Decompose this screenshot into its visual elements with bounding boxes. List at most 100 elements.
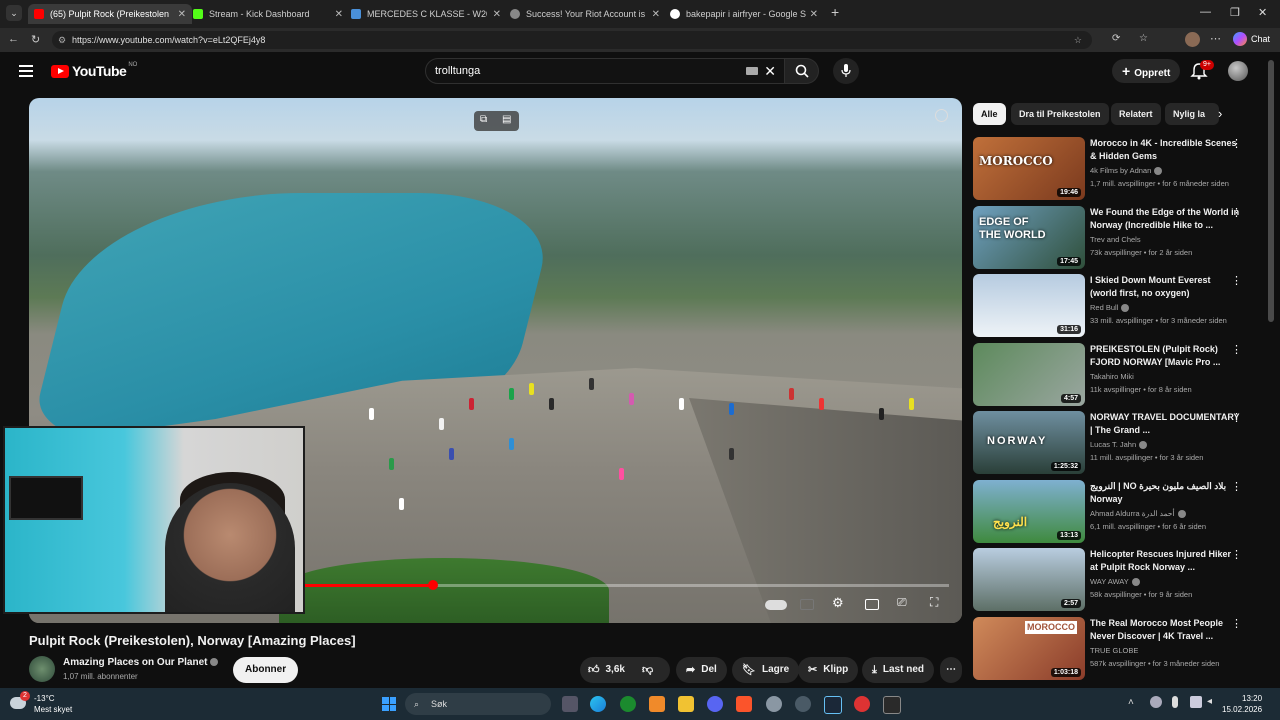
- like-button[interactable]: 👍︎ 3,6k: [580, 657, 625, 683]
- more-vert-icon[interactable]: ⋮: [1231, 137, 1242, 150]
- fullscreen-icon[interactable]: ⛶: [930, 595, 948, 609]
- video-thumbnail[interactable]: 2:57: [973, 548, 1085, 611]
- favorites-icon[interactable]: ☆: [1139, 33, 1148, 44]
- recommendation-item[interactable]: 31:16 I Skied Down Mount Everest (world …: [973, 274, 1263, 338]
- address-bar[interactable]: ⚙ https://www.youtube.com/watch?v=eLt2QF…: [52, 31, 1092, 49]
- taskbar-search-input[interactable]: ⌕ Søk: [405, 693, 551, 715]
- video-thumbnail[interactable]: 31:16: [973, 274, 1085, 337]
- voice-search-button[interactable]: [833, 58, 859, 84]
- chevron-right-icon[interactable]: ›: [1218, 106, 1222, 121]
- more-vert-icon[interactable]: ⋮: [1231, 548, 1242, 561]
- more-vert-icon[interactable]: ⋮: [1231, 480, 1242, 493]
- xbox-icon[interactable]: [620, 696, 636, 712]
- recommendation-item[interactable]: MOROCCO 19:46 Morocco in 4K - Incredible…: [973, 137, 1263, 201]
- new-tab-icon[interactable]: +: [831, 4, 839, 20]
- browser-tab[interactable]: Stream - Kick Dashboard ✕: [193, 4, 343, 24]
- page-scrollbar[interactable]: [1268, 60, 1274, 322]
- site-info-icon[interactable]: ⚙: [58, 31, 66, 49]
- cast-icon[interactable]: ⎚: [897, 595, 915, 609]
- tray-chevron-icon[interactable]: ˄: [1128, 697, 1134, 708]
- hamburger-menu-icon[interactable]: [19, 65, 33, 77]
- more-vert-icon[interactable]: ⋮: [1231, 343, 1242, 356]
- browser-tab[interactable]: MERCEDES C KLASSE - W204 - AM ✕: [351, 4, 501, 24]
- favorite-star-icon[interactable]: ☆: [1074, 31, 1082, 49]
- brave-icon[interactable]: [736, 696, 752, 712]
- task-view-icon[interactable]: [562, 696, 578, 712]
- network-icon[interactable]: [1150, 696, 1162, 708]
- close-tab-icon[interactable]: ✕: [652, 9, 660, 20]
- video-thumbnail[interactable]: NORWAY 1:25:32: [973, 411, 1085, 474]
- search-button[interactable]: [785, 58, 819, 84]
- more-vert-icon[interactable]: ⋮: [1231, 617, 1242, 630]
- video-progress-bar[interactable]: [304, 580, 949, 590]
- info-icon[interactable]: [935, 109, 948, 122]
- miniplayer-icon[interactable]: ⧉: [480, 114, 487, 125]
- reload-icon[interactable]: ↻: [31, 33, 40, 46]
- volume-icon[interactable]: ◂: [1207, 696, 1212, 707]
- theater-mode-icon[interactable]: [865, 599, 879, 610]
- queue-icon[interactable]: ▤: [502, 114, 511, 125]
- share-button[interactable]: ➦ Del: [676, 657, 727, 683]
- browser-tab[interactable]: Success! Your Riot Account is now ✕: [510, 4, 660, 24]
- save-button[interactable]: 🔖︎ Lagre: [732, 657, 800, 683]
- chip-related[interactable]: Relatert: [1111, 103, 1161, 125]
- account-avatar[interactable]: [1228, 61, 1248, 81]
- video-thumbnail[interactable]: EDGE OF THE WORLD 17:45: [973, 206, 1085, 269]
- channel-name[interactable]: Amazing Places on Our Planet: [63, 657, 219, 668]
- taskbar-clock[interactable]: 13:20 15.02.2026: [1222, 693, 1262, 715]
- subscribe-button[interactable]: Abonner: [233, 657, 299, 683]
- tab-list-dropdown-icon[interactable]: ⌄: [6, 5, 22, 21]
- more-actions-button[interactable]: ⋯: [940, 657, 962, 683]
- download-button[interactable]: ⤓ Last ned: [862, 657, 934, 683]
- close-tab-icon[interactable]: ✕: [493, 9, 501, 20]
- browser-tab[interactable]: (65) Pulpit Rock (Preikestolen ✕: [28, 4, 192, 24]
- profile-icon[interactable]: [1185, 32, 1200, 47]
- chip-preikestolen[interactable]: Dra til Preikestolen: [1011, 103, 1109, 125]
- youtube-logo[interactable]: YouTube NO: [51, 62, 137, 79]
- edge-browser-icon[interactable]: [590, 696, 606, 712]
- miniplayer-controls[interactable]: ⧉ ▤: [474, 111, 519, 131]
- recommendation-item[interactable]: النرويج 13:13 النرويج | NO بلاد الصيف مل…: [973, 480, 1263, 544]
- recommendation-item[interactable]: 2:57 Helicopter Rescues Injured Hiker at…: [973, 548, 1263, 612]
- search-input[interactable]: trolltunga ✕: [425, 58, 785, 84]
- video-thumbnail[interactable]: النرويج 13:13: [973, 480, 1085, 543]
- close-tab-icon[interactable]: ✕: [335, 9, 343, 20]
- close-tab-icon[interactable]: ✕: [178, 9, 186, 20]
- minimize-icon[interactable]: —: [1200, 6, 1211, 18]
- dislike-button[interactable]: 👎︎: [642, 657, 659, 684]
- keyboard-icon[interactable]: [746, 67, 758, 75]
- microphone-tray-icon[interactable]: [1172, 696, 1178, 708]
- settings-gear-icon[interactable]: ⚙: [832, 595, 850, 610]
- app-red-icon[interactable]: [854, 696, 870, 712]
- autoplay-toggle[interactable]: [765, 600, 787, 610]
- windows-start-icon[interactable]: [382, 697, 396, 711]
- copilot-chat-button[interactable]: Chat: [1233, 32, 1270, 46]
- more-vert-icon[interactable]: ⋮: [1231, 411, 1242, 424]
- restore-icon[interactable]: ❐: [1230, 6, 1240, 19]
- extensions-icon[interactable]: ⟳: [1112, 33, 1120, 44]
- app-orange-icon[interactable]: [649, 696, 665, 712]
- recommendation-item[interactable]: NORWAY 1:25:32 NORWAY TRAVEL DOCUMENTARY…: [973, 411, 1263, 475]
- chip-recent[interactable]: Nylig la: [1165, 103, 1219, 125]
- close-tab-icon[interactable]: ✕: [810, 9, 818, 20]
- steam-icon[interactable]: [824, 696, 842, 714]
- close-window-icon[interactable]: ✕: [1258, 6, 1267, 19]
- back-icon[interactable]: ←: [8, 33, 19, 45]
- clear-search-icon[interactable]: ✕: [764, 59, 776, 83]
- file-explorer-icon[interactable]: [678, 696, 694, 712]
- more-vert-icon[interactable]: ⋮: [1231, 274, 1242, 287]
- discord-icon[interactable]: [707, 696, 723, 712]
- scrubber-handle[interactable]: [428, 580, 438, 590]
- wifi-icon[interactable]: [1190, 696, 1202, 708]
- create-button[interactable]: + Opprett: [1112, 59, 1181, 83]
- video-thumbnail[interactable]: MOROCCO 19:46: [973, 137, 1085, 200]
- channel-avatar[interactable]: [29, 656, 55, 682]
- app-icon[interactable]: [795, 696, 811, 712]
- recommendation-item[interactable]: 4:57 PREIKESTOLEN (Pulpit Rock) FJORD NO…: [973, 343, 1263, 407]
- recommendation-item[interactable]: EDGE OF THE WORLD 17:45 We Found the Edg…: [973, 206, 1263, 270]
- epic-games-icon[interactable]: [883, 696, 901, 714]
- recommendation-item[interactable]: MOROCCO 1:03:18 The Real Morocco Most Pe…: [973, 617, 1263, 681]
- clip-button[interactable]: ✂ Klipp: [798, 657, 859, 683]
- browser-tab[interactable]: bakepapir i airfryer - Google Searc ✕: [670, 4, 818, 24]
- video-thumbnail[interactable]: MOROCCO 1:03:18: [973, 617, 1085, 680]
